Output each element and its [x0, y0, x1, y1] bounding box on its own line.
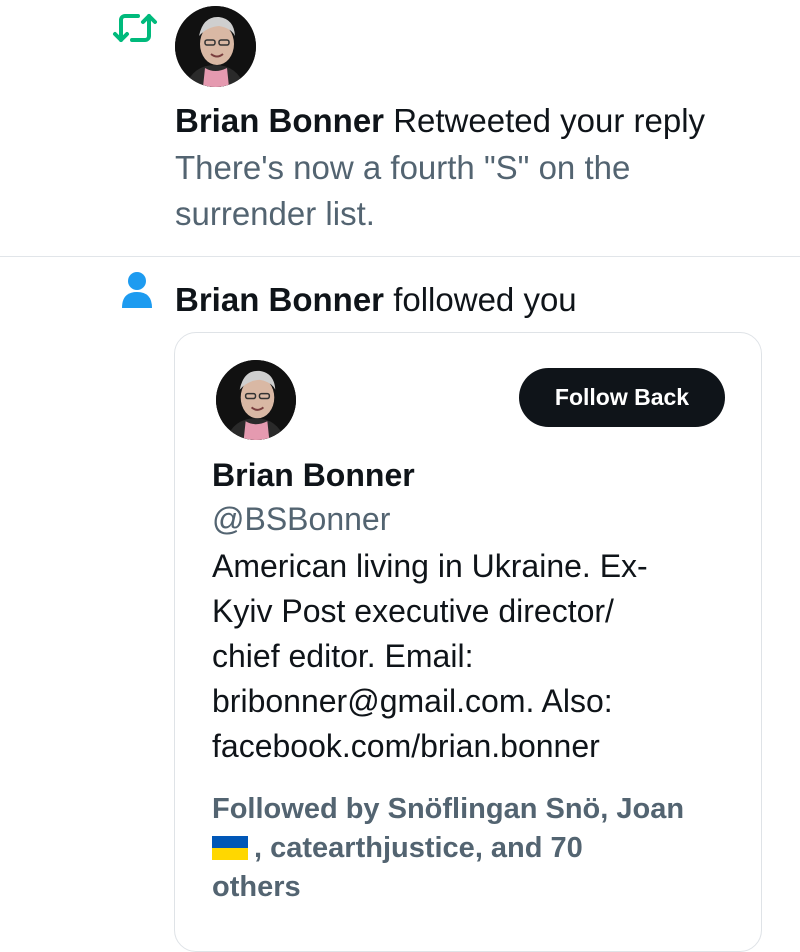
card-user-handle[interactable]: @BSBonner	[212, 498, 390, 540]
retweeter-name[interactable]: Brian Bonner	[175, 102, 384, 139]
followed-by-rest: , catearthjustice, and 70	[254, 832, 583, 864]
person-icon	[120, 270, 154, 310]
ukraine-flag-icon	[212, 832, 248, 860]
retweeted-reply-line1[interactable]: There's now a fourth "S" on the	[175, 145, 630, 191]
card-avatar[interactable]	[216, 360, 296, 440]
retweeter-avatar[interactable]	[175, 6, 256, 87]
follow-back-button[interactable]: Follow Back	[519, 368, 725, 427]
retweet-headline: Brian Bonner Retweeted your reply	[175, 98, 705, 144]
followed-by-prefix: Followed by Snöflingan Snö, Joan	[212, 793, 685, 825]
followed-by-text[interactable]: Followed by Snöflingan Snö, Joan , catea…	[212, 790, 732, 907]
follow-headline: Brian Bonner followed you	[175, 277, 577, 323]
notification-divider	[0, 256, 800, 257]
retweeted-reply-line2[interactable]: surrender list.	[175, 191, 375, 237]
card-user-name[interactable]: Brian Bonner	[212, 454, 415, 496]
followed-by-end: others	[212, 871, 301, 903]
retweet-icon	[112, 10, 158, 46]
card-bio: American living in Ukraine. Ex- Kyiv Pos…	[212, 548, 648, 764]
follow-action-text: followed you	[393, 281, 577, 318]
retweet-action-text: Retweeted your reply	[393, 102, 706, 139]
follower-name[interactable]: Brian Bonner	[175, 281, 384, 318]
